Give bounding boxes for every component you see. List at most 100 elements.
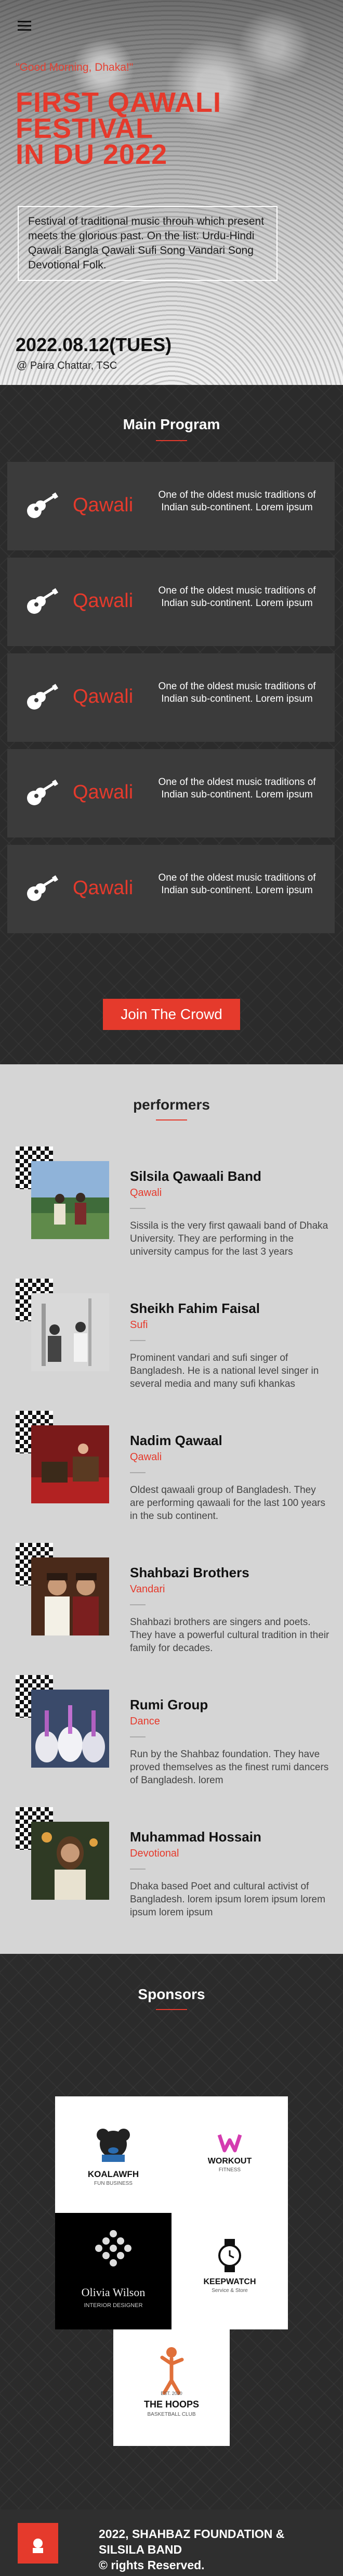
performer-divider (130, 1869, 146, 1870)
guitar-icon (27, 588, 59, 614)
watch-icon (218, 2239, 241, 2272)
sponsor-logo-workout[interactable]: WORKOUT FITNESS (172, 2096, 288, 2213)
sponsor-name: THE HOOPS (143, 2399, 199, 2410)
sponsor-logo-olivia-wilson[interactable]: Olivia Wilson INTERIOR DESIGNER (55, 2213, 172, 2329)
program-name: Qawali (73, 590, 134, 612)
performer-genre: Qawali (130, 1187, 162, 1199)
hero-greeting: "Good Morning, Dhaka!" (16, 61, 134, 73)
sponsor-established: EST. 2020 (161, 2391, 182, 2396)
section-divider (156, 2009, 187, 2010)
program-card[interactable]: Qawali One of the oldest music tradition… (7, 749, 335, 838)
program-description: One of the oldest music traditions of In… (158, 585, 316, 609)
sponsor-logo-the-hoops[interactable]: THE HOOPS BASKETBALL CLUB EST. 2020 (113, 2329, 230, 2446)
performer-description: Oldest qawaali group of Bangladesh. They… (130, 1485, 325, 1522)
performer-genre: Vandari (130, 1583, 165, 1595)
sponsor-tagline: Service & Store (212, 2288, 248, 2294)
performer-description: Shahbazi brothers are singers and poets.… (130, 1617, 329, 1654)
hero-description: Festival of traditional music throuh whi… (18, 206, 278, 281)
guitar-icon (27, 684, 59, 710)
event-venue: @ Paira Chattar, TSC (17, 360, 117, 371)
hero-title: FIRST QAWALI FESTIVAL IN DU 2022 (16, 88, 286, 170)
performer-genre: Sufi (130, 1319, 148, 1331)
performer-name: Muhammad Hossain (130, 1829, 261, 1845)
program-card[interactable]: Qawali One of the oldest music tradition… (7, 462, 335, 550)
sponsor-name: KEEPWATCH (203, 2277, 256, 2286)
program-description: One of the oldest music traditions of In… (158, 777, 316, 800)
program-name: Qawali (73, 686, 134, 707)
sponsor-name: WORKOUT (207, 2157, 252, 2166)
guitar-icon (27, 779, 59, 805)
performer-description: Sissila is the very first qawaali band o… (130, 1220, 328, 1257)
workout-w-icon (217, 2134, 242, 2153)
hero-background-image (0, 0, 343, 385)
hamburger-menu-icon[interactable] (18, 21, 31, 33)
performers-section: performers Silsila Qawaali Band Qawali S… (0, 1064, 343, 1954)
section-title: Sponsors (138, 1986, 205, 2002)
guitar-icon (27, 492, 59, 518)
sponsor-tagline: BASKETBALL CLUB (147, 2412, 196, 2417)
guitar-icon (27, 875, 59, 901)
footer-line: 2022, SHAHBAZ FOUNDATION & (99, 2527, 285, 2541)
join-the-crowd-button[interactable]: Join The Crowd (103, 999, 240, 1030)
program-description: One of the oldest music traditions of In… (158, 490, 316, 513)
performer-name: Shahbazi Brothers (130, 1565, 249, 1580)
footer-logo (18, 2523, 58, 2564)
main-program-section: Main Program Qawali One of the oldest mu… (0, 385, 343, 1064)
performer-photo (31, 1293, 109, 1371)
performer-photo (31, 1822, 109, 1900)
diamond-pattern-icon (95, 2230, 131, 2266)
performer-card[interactable]: Muhammad Hossain Devotional Dhaka based … (16, 1807, 333, 1932)
performer-name: Silsila Qawaali Band (130, 1168, 261, 1184)
program-name: Qawali (73, 494, 134, 516)
sponsor-logo-keepwatch[interactable]: KEEPWATCH Service & Store (172, 2213, 288, 2329)
sponsor-tagline: INTERIOR DESIGNER (84, 2302, 143, 2309)
performer-name: Sheikh Fahim Faisal (130, 1300, 260, 1316)
basketball-player-icon (160, 2347, 184, 2395)
performer-photo (31, 1161, 109, 1239)
performer-photo (31, 1425, 109, 1503)
hero-title-line: IN DU 2022 (16, 139, 168, 170)
performer-genre: Dance (130, 1716, 160, 1727)
performer-photo (31, 1557, 109, 1635)
performer-divider (130, 1208, 146, 1209)
section-title: Main Program (123, 416, 220, 432)
performer-card[interactable]: Nadim Qawaal Qawali Oldest qawaali group… (16, 1411, 333, 1536)
sponsor-name: KOALAWFH (87, 2169, 139, 2179)
footer-line: © rights Reserved. (99, 2558, 205, 2572)
footer-line: SILSILA BAND (99, 2543, 182, 2556)
performer-genre: Qawali (130, 1451, 162, 1463)
program-card[interactable]: Qawali One of the oldest music tradition… (7, 653, 335, 742)
event-date: 2022.08.12(TUES) (16, 334, 172, 355)
performer-description: Prominent vandari and sufi singer of Ban… (130, 1353, 319, 1389)
sponsor-tagline: FITNESS (218, 2167, 241, 2173)
program-card[interactable]: Qawali One of the oldest music tradition… (7, 845, 335, 933)
program-description: One of the oldest music traditions of In… (158, 872, 316, 896)
performer-name: Nadim Qawaal (130, 1433, 222, 1448)
sponsor-logo-koalawfh[interactable]: KOALAWFH FUN BUSINESS (55, 2096, 172, 2213)
performer-card[interactable]: Sheikh Fahim Faisal Sufi Prominent vanda… (16, 1279, 333, 1403)
sponsor-tagline: FUN BUSINESS (94, 2181, 133, 2186)
footer: 2022, SHAHBAZ FOUNDATION & SILSILA BAND … (0, 2509, 343, 2576)
performer-card[interactable]: Silsila Qawaali Band Qawali Sissila is t… (16, 1147, 333, 1271)
hero-section: "Good Morning, Dhaka!" FIRST QAWALI FEST… (0, 0, 343, 385)
section-divider (156, 1119, 187, 1120)
performer-name: Rumi Group (130, 1697, 208, 1712)
performer-description: Run by the Shahbaz foundation. They have… (130, 1749, 329, 1786)
performer-divider (130, 1340, 146, 1341)
sponsors-section: Sponsors KOALAWFH FUN BUSINESS WORKOUT F… (0, 1954, 343, 2509)
performer-description: Dhaka based Poet and cultural activist o… (130, 1881, 325, 1918)
performer-card[interactable]: Shahbazi Brothers Vandari Shahbazi broth… (16, 1543, 333, 1668)
sponsor-name: Olivia Wilson (81, 2286, 146, 2299)
performer-divider (130, 1604, 146, 1605)
footer-copyright: 2022, SHAHBAZ FOUNDATION & SILSILA BAND … (99, 2526, 327, 2573)
performer-photo (31, 1690, 109, 1768)
qawali-logo-icon (33, 2539, 43, 2553)
performer-divider (130, 1472, 146, 1473)
program-description: One of the oldest music traditions of In… (158, 681, 316, 704)
program-card[interactable]: Qawali One of the oldest music tradition… (7, 558, 335, 646)
performer-divider (130, 1736, 146, 1737)
performer-card[interactable]: Rumi Group Dance Run by the Shahbaz foun… (16, 1675, 333, 1800)
performer-genre: Devotional (130, 1848, 179, 1859)
program-name: Qawali (73, 877, 134, 899)
program-name: Qawali (73, 781, 134, 803)
